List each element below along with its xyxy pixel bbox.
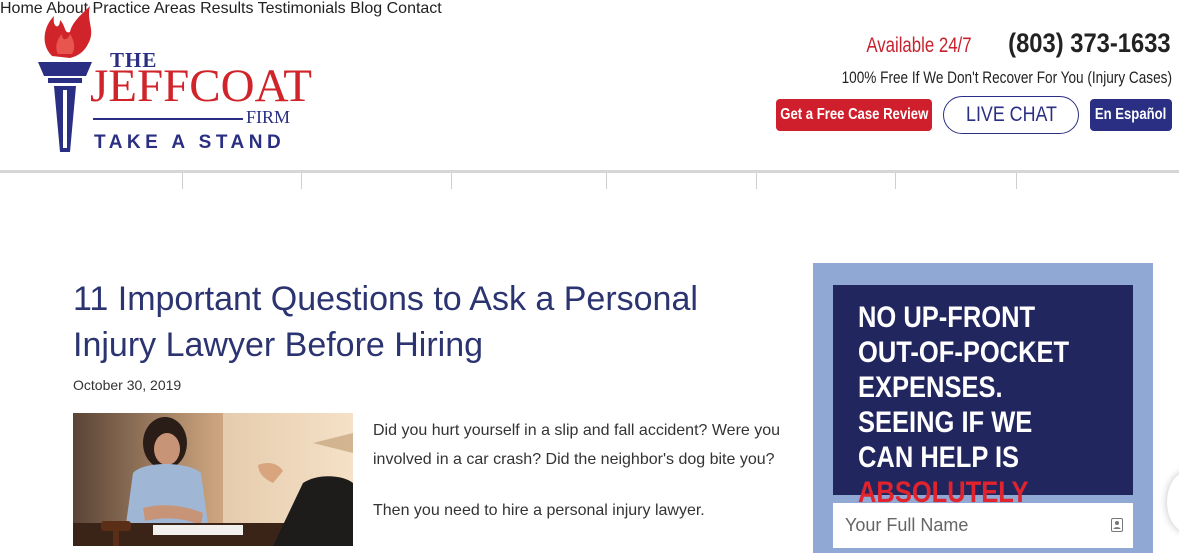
nav-divider	[606, 173, 607, 189]
nav-divider	[182, 173, 183, 189]
article-date: October 30, 2019	[73, 377, 182, 393]
article-title: 11 Important Questions to Ask a Personal…	[73, 280, 698, 364]
phone-number[interactable]: (803) 373-1633	[1009, 28, 1171, 59]
espanol-label: En Español	[1095, 106, 1167, 123]
logo-divider	[93, 118, 243, 120]
article-paragraph: Then you need to hire a personal injury …	[373, 502, 705, 519]
logo-wordmark: JEFFCOAT	[90, 60, 313, 112]
chat-widget-button[interactable]	[1167, 472, 1179, 532]
contact-block: Available 24/7 (803) 373-1633	[840, 28, 1171, 59]
sidebar-headline-main: NO UP-FRONT OUT-OF-POCKET EXPENSES. SEEI…	[858, 301, 1070, 474]
guarantee-text: 100% Free If We Don't Recover For You (I…	[841, 68, 1172, 87]
logo-tagline: TAKE A STAND	[94, 132, 286, 153]
free-case-review-button[interactable]: Get a Free Case Review	[776, 99, 932, 131]
header-divider	[0, 170, 1179, 173]
nav-divider	[451, 173, 452, 189]
site-header: THE JEFFCOAT FIRM TAKE A STAND Available…	[0, 0, 1179, 172]
nav-divider	[895, 173, 896, 189]
free-case-review-label: Get a Free Case Review	[779, 106, 929, 123]
availability-text: Available 24/7	[866, 34, 972, 57]
nav-divider	[301, 173, 302, 189]
article-paragraph: Did you hurt yourself in a slip and fall…	[373, 422, 781, 468]
nav-divider	[1016, 173, 1017, 189]
logo-firm: FIRM	[246, 107, 291, 127]
article-body: Did you hurt yourself in a slip and fall…	[373, 416, 783, 547]
live-chat-label: LIVE CHAT	[965, 103, 1057, 126]
espanol-button[interactable]: En Español	[1090, 99, 1172, 131]
nav-divider	[756, 173, 757, 189]
full-name-input[interactable]	[833, 503, 1133, 548]
live-chat-button[interactable]: LIVE CHAT	[943, 96, 1079, 134]
article-image	[73, 413, 353, 546]
contact-card-icon	[1111, 518, 1123, 532]
site-logo[interactable]: THE JEFFCOAT FIRM TAKE A STAND	[30, 4, 320, 156]
